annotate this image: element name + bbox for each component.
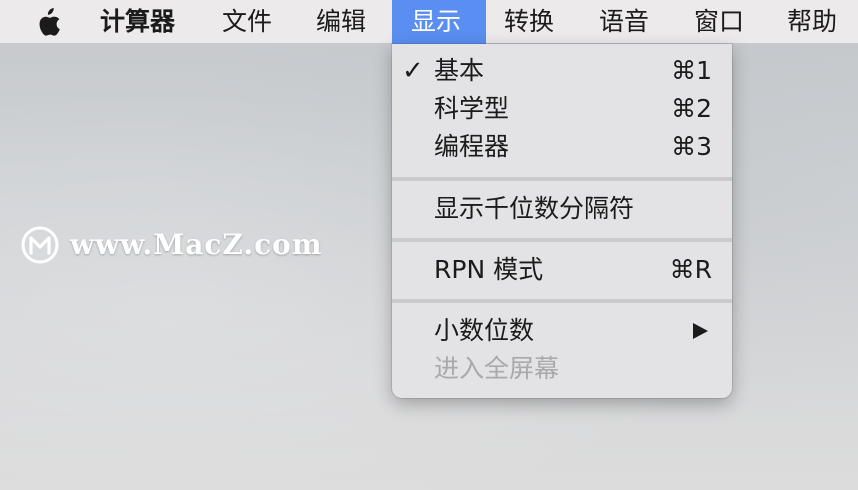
menu-convert[interactable]: 转换 — [504, 0, 554, 44]
menu-help[interactable]: 帮助 — [787, 0, 837, 44]
menu-item-programmer[interactable]: 编程器 ⌘3 — [392, 128, 732, 166]
menu-calculator[interactable]: 计算器 — [100, 0, 175, 44]
menu-item-rpn-mode[interactable]: RPN 模式 ⌘R — [392, 251, 732, 289]
checkmark-icon: ✓ — [402, 56, 424, 86]
menu-speech[interactable]: 语音 — [599, 0, 649, 44]
menu-item-label: 进入全屏幕 — [434, 354, 560, 383]
menu-item-label: 小数位数 — [434, 316, 535, 345]
shortcut-label: ⌘1 — [671, 56, 712, 85]
menu-separator — [392, 177, 732, 181]
menu-item-label: RPN 模式 — [434, 255, 544, 284]
menu-separator — [392, 238, 732, 242]
menu-window[interactable]: 窗口 — [694, 0, 744, 44]
menu-edit[interactable]: 编辑 — [316, 0, 366, 44]
menu-item-decimal-places[interactable]: 小数位数 — [392, 312, 732, 350]
macz-logo-icon — [21, 226, 59, 264]
menu-item-label: 科学型 — [434, 94, 510, 123]
menu-item-scientific[interactable]: 科学型 ⌘2 — [392, 90, 732, 128]
menu-bar: 计算器 文件 编辑 显示 转换 语音 窗口 帮助 — [0, 0, 858, 44]
menu-item-enter-fullscreen: 进入全屏幕 — [392, 350, 732, 388]
menu-item-basic[interactable]: ✓ 基本 ⌘1 — [392, 52, 732, 90]
apple-logo-icon[interactable] — [33, 8, 61, 38]
triangle-right-icon — [693, 323, 708, 339]
menu-separator — [392, 299, 732, 303]
menu-item-label: 基本 — [434, 56, 485, 85]
shortcut-label: ⌘2 — [671, 94, 712, 123]
menu-view[interactable]: 显示 — [392, 0, 486, 44]
shortcut-label: ⌘3 — [671, 132, 712, 161]
menu-item-thousands-separator[interactable]: 显示千位数分隔符 — [392, 190, 732, 228]
menu-item-label: 编程器 — [434, 132, 510, 161]
menu-file[interactable]: 文件 — [222, 0, 272, 44]
menu-item-label: 显示千位数分隔符 — [434, 194, 635, 223]
shortcut-label: ⌘R — [669, 255, 712, 284]
watermark-text: www.MacZ.com — [70, 228, 323, 261]
view-dropdown-menu: ✓ 基本 ⌘1 科学型 ⌘2 编程器 ⌘3 显示千位数分隔符 RPN 模式 ⌘R… — [392, 44, 732, 398]
